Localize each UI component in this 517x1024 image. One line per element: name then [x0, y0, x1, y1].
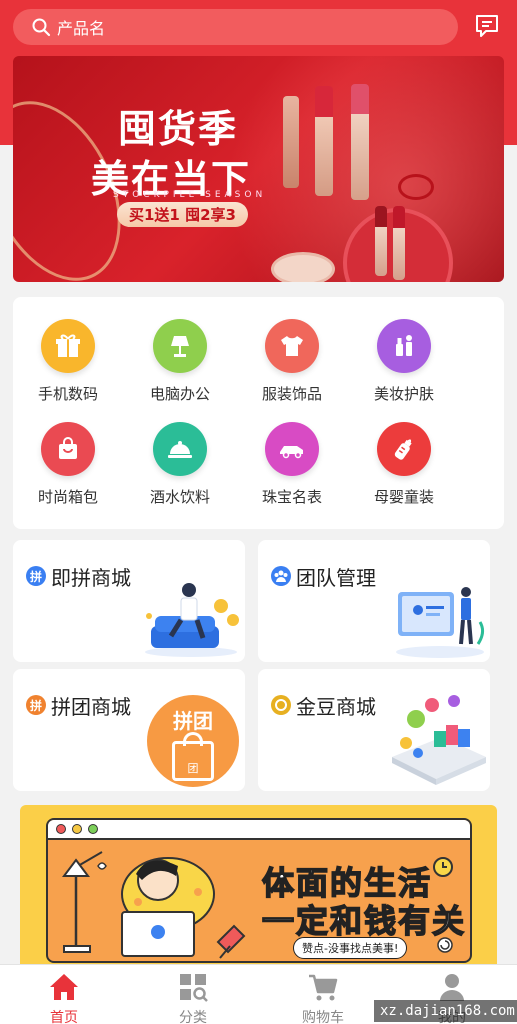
group-buy-illustration-text: 拼团 [173, 709, 213, 733]
person-on-sofa-illustration [145, 583, 239, 657]
person-at-laptop-illustration [62, 851, 246, 959]
coin-badge-icon [271, 695, 291, 715]
feature-card-instant-group[interactable]: 拼 即拼商城 [13, 540, 245, 662]
feature-title: 拼团商城 [51, 695, 131, 719]
watermark: xz.dajian168.com [374, 1000, 517, 1022]
feature-card-gold-bean[interactable]: 金豆商城 [258, 669, 490, 791]
category-grid: 手机数码 电脑办公 服装饰品 美妆护肤 时尚箱包 酒水饮料 珠宝名表 母婴童装 [13, 297, 504, 529]
cosmetics-icon [377, 319, 431, 373]
window-dot-red [56, 824, 66, 834]
feature-title: 金豆商城 [296, 695, 376, 719]
category-item-cosmetics[interactable]: 美妆护肤 [349, 319, 459, 404]
window-dot-green [88, 824, 98, 834]
category-label: 美妆护肤 [373, 385, 434, 403]
home-icon [29, 971, 99, 1003]
lipstick-image [393, 206, 405, 280]
category-icon [158, 971, 228, 1003]
clock-icon [433, 857, 453, 877]
cloche-icon [153, 422, 207, 476]
category-label: 电脑办公 [149, 385, 210, 403]
tab-home[interactable]: 首页 [29, 971, 99, 1024]
lipstick-image [315, 86, 333, 196]
category-item-drinks[interactable]: 酒水饮料 [125, 422, 235, 507]
search-icon [32, 18, 51, 37]
app-root: 产品名 囤货季 美在当下 STOCKPILE SEASON 买1送1 囤2享3 … [0, 0, 517, 1024]
lipstick-image [375, 206, 387, 276]
lamp-icon [153, 319, 207, 373]
group-badge-icon: 拼 [26, 695, 46, 715]
tab-label: 首页 [50, 1010, 78, 1024]
ad-window-frame: 体面的生活 一定和钱有关 赞点-没事找点美事! [46, 818, 472, 963]
feature-title: 团队管理 [296, 566, 376, 590]
shopping-bag-icon: 团 [172, 732, 214, 781]
category-item-baby[interactable]: 母婴童装 [349, 422, 459, 507]
category-label: 时尚箱包 [37, 488, 98, 506]
bag-label: 团 [187, 762, 199, 775]
feature-card-group-buy[interactable]: 拼 拼团商城 拼团 团 [13, 669, 245, 791]
feature-title: 即拼商城 [51, 566, 131, 590]
bag-icon [41, 422, 95, 476]
banner-title-line1: 囤货季 [118, 107, 239, 151]
feature-card-team-management[interactable]: 团队管理 [258, 540, 490, 662]
tab-category[interactable]: 分类 [158, 971, 228, 1024]
user-icon [417, 971, 487, 1003]
tshirt-icon [265, 319, 319, 373]
tab-label: 分类 [179, 1010, 207, 1024]
category-item-computers[interactable]: 电脑办公 [125, 319, 235, 404]
car-icon [265, 422, 319, 476]
ad-tagline: 赞点-没事找点美事! [293, 937, 408, 959]
lipstick-image [351, 84, 369, 200]
banner-subtitle: STOCKPILE SEASON [113, 190, 267, 200]
ad-window-titlebar [48, 820, 470, 840]
bottle-icon [377, 422, 431, 476]
cart-icon [288, 971, 358, 1003]
gift-bow-image [398, 174, 434, 200]
category-label: 母婴童装 [373, 488, 434, 506]
banner-promo-pill: 买1送1 囤2享3 [117, 202, 248, 227]
lipstick-image [283, 96, 299, 188]
category-item-jewelry[interactable]: 珠宝名表 [237, 422, 347, 507]
category-item-phones[interactable]: 手机数码 [13, 319, 123, 404]
promo-banner[interactable]: 囤货季 美在当下 STOCKPILE SEASON 买1送1 囤2享3 [13, 56, 504, 282]
group-buy-illustration: 拼团 团 [147, 695, 239, 787]
category-label: 珠宝名表 [261, 488, 322, 506]
category-label: 酒水饮料 [149, 488, 210, 506]
category-label: 手机数码 [37, 385, 98, 403]
swirl-icon [437, 937, 453, 953]
team-badge-icon [271, 566, 291, 586]
tab-cart[interactable]: 购物车 [288, 971, 358, 1024]
search-bar[interactable]: 产品名 [13, 9, 458, 45]
online-shop-illustration [392, 695, 486, 785]
pin-badge-icon: 拼 [26, 566, 46, 586]
cushion-compact-image [271, 252, 335, 282]
category-item-clothing[interactable]: 服装饰品 [237, 319, 347, 404]
presentation-illustration [396, 587, 485, 658]
search-placeholder: 产品名 [57, 19, 106, 38]
ad-banner[interactable]: 体面的生活 一定和钱有关 赞点-没事找点美事! [20, 805, 497, 975]
window-dot-yellow [72, 824, 82, 834]
gift-icon [41, 319, 95, 373]
message-icon[interactable] [474, 13, 500, 39]
category-item-bags[interactable]: 时尚箱包 [13, 422, 123, 507]
tab-label: 购物车 [302, 1010, 344, 1024]
category-label: 服装饰品 [261, 385, 322, 403]
